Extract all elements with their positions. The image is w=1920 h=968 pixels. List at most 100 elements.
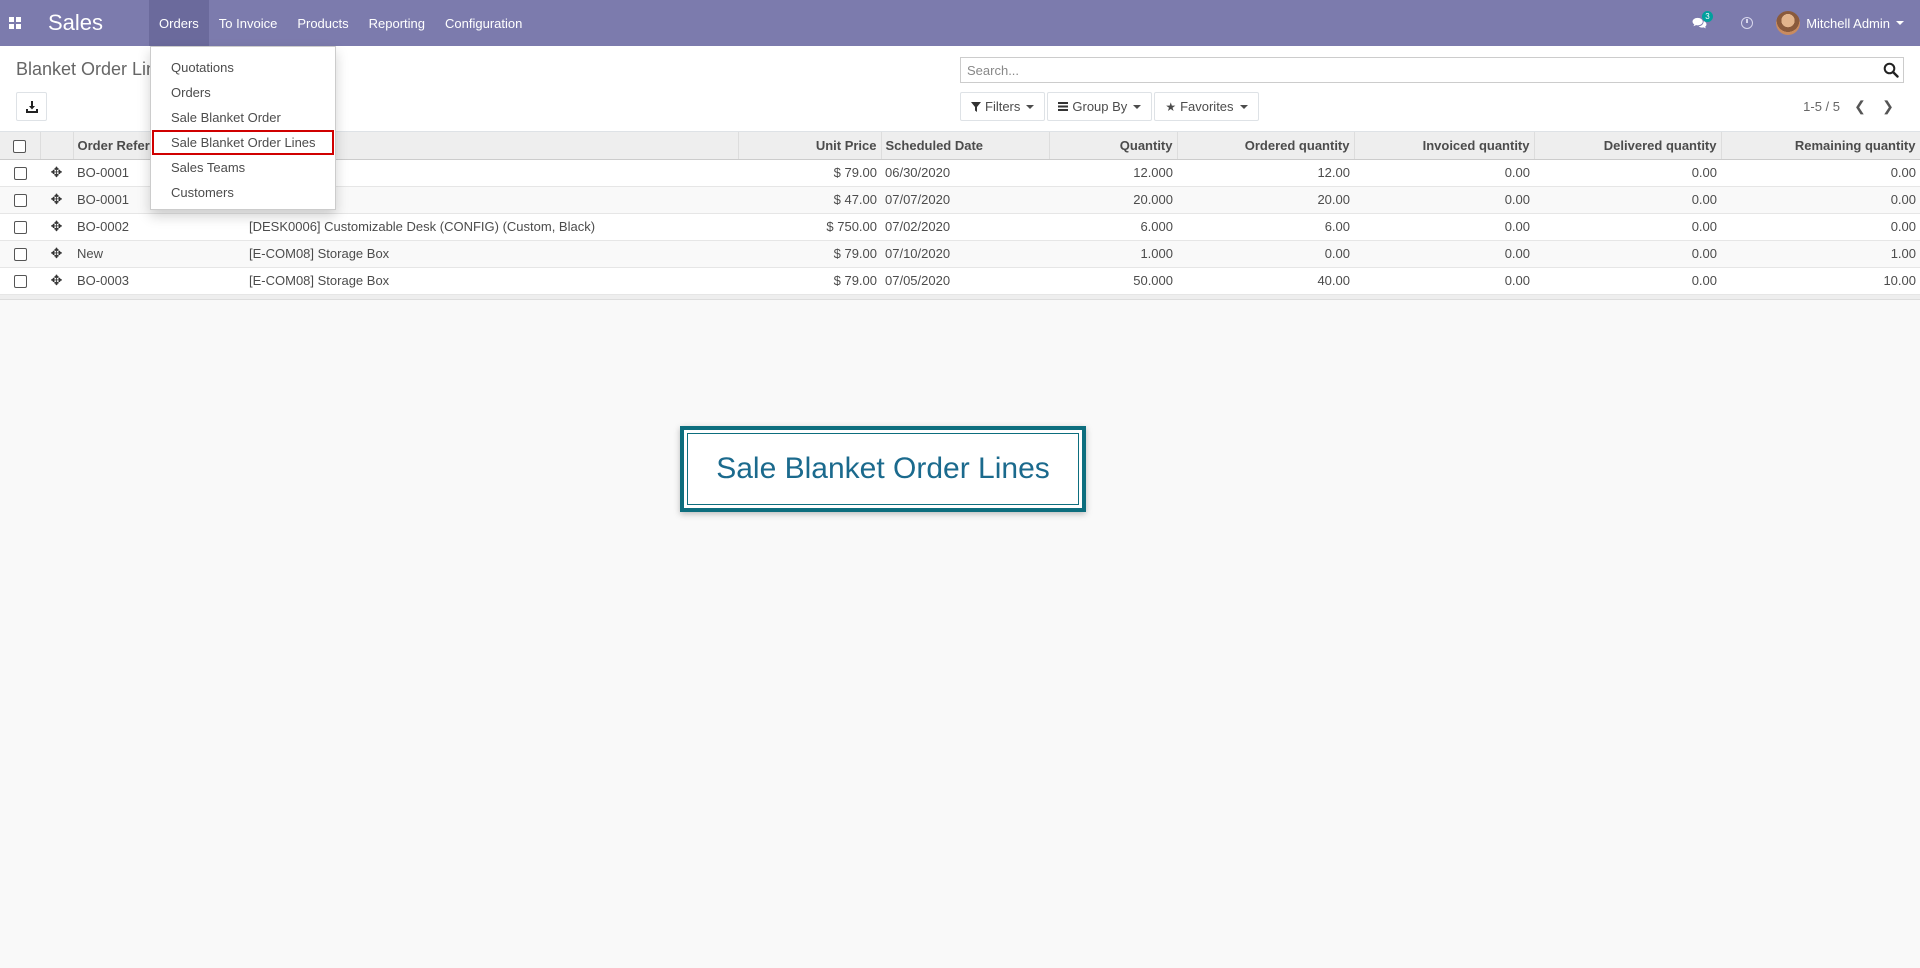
cell-invoiced-quantity: 0.00: [1354, 267, 1534, 295]
table-row[interactable]: ✥ BO-0002 [DESK0006] Customizable Desk (…: [0, 213, 1920, 241]
search-icon[interactable]: [1883, 62, 1899, 78]
filters-button[interactable]: Filters: [960, 92, 1046, 121]
drag-handle-icon[interactable]: ✥: [40, 240, 73, 268]
breadcrumb: Blanket Order Lin: [16, 59, 157, 79]
list-icon: [1058, 102, 1069, 111]
select-all-cell: [0, 132, 41, 160]
dropdown-item-quotations[interactable]: Quotations: [151, 55, 335, 80]
cell-invoiced-quantity: 0.00: [1354, 240, 1534, 268]
menu-products[interactable]: Products: [287, 0, 358, 46]
cell-scheduled-date: 07/05/2020: [881, 267, 1049, 295]
cell-delivered-quantity: 0.00: [1534, 267, 1721, 295]
cell-quantity: 6.000: [1049, 213, 1177, 241]
chevron-down-icon: [1026, 104, 1035, 109]
row-select-cell: [0, 213, 40, 241]
chevron-left-icon[interactable]: ❮: [1852, 98, 1868, 115]
menu-to-invoice[interactable]: To Invoice: [209, 0, 288, 46]
pager: 1-5 / 5 ❮ ❯: [1803, 98, 1896, 115]
row-checkbox[interactable]: [13, 275, 27, 289]
drag-handle-icon[interactable]: ✥: [40, 159, 73, 187]
star-icon: ★: [1165, 99, 1177, 114]
cell-product: [DESK0006] Customizable Desk (CONFIG) (C…: [245, 213, 738, 241]
cell-ordered-quantity: 20.00: [1177, 186, 1354, 214]
row-checkbox[interactable]: [13, 221, 27, 235]
menu-reporting[interactable]: Reporting: [359, 0, 435, 46]
app-brand[interactable]: Sales: [48, 10, 103, 36]
favorites-button[interactable]: ★ Favorites: [1154, 92, 1259, 121]
cell-unit-price: $ 750.00: [738, 213, 881, 241]
search-options: Filters Group By ★ Favorites: [960, 92, 1261, 121]
cell-order-reference: New: [73, 240, 245, 268]
activity-clock-icon[interactable]: [1732, 0, 1762, 46]
cell-unit-price: $ 79.00: [738, 267, 881, 295]
cell-scheduled-date: 07/02/2020: [881, 213, 1049, 241]
callout-text: Sale Blanket Order Lines: [716, 452, 1050, 485]
dropdown-item-sales-teams[interactable]: Sales Teams: [151, 155, 335, 180]
header-remaining-quantity[interactable]: Remaining quantity: [1721, 132, 1920, 160]
filter-icon: [971, 101, 981, 112]
dropdown-item-customers[interactable]: Customers: [151, 180, 335, 205]
chevron-right-icon[interactable]: ❯: [1880, 98, 1896, 115]
dropdown-item-sale-blanket-order-lines[interactable]: Sale Blanket Order Lines: [152, 130, 334, 155]
apps-menu-icon[interactable]: [0, 0, 30, 46]
cell-unit-price: $ 79.00: [738, 159, 881, 187]
table-row[interactable]: ✥ BO-0003 [E-COM08] Storage Box $ 79.00 …: [0, 267, 1920, 295]
table-row[interactable]: ✥ New [E-COM08] Storage Box $ 79.00 07/1…: [0, 240, 1920, 268]
cell-ordered-quantity: 40.00: [1177, 267, 1354, 295]
search-input[interactable]: [961, 58, 1871, 82]
row-checkbox[interactable]: [13, 248, 27, 262]
drag-handle-icon[interactable]: ✥: [40, 213, 73, 241]
cell-remaining-quantity: 0.00: [1721, 159, 1920, 187]
cell-unit-price: $ 47.00: [738, 186, 881, 214]
avatar: [1776, 11, 1801, 35]
cell-remaining-quantity: 10.00: [1721, 267, 1920, 295]
menu-orders[interactable]: Orders: [149, 0, 209, 46]
header-scheduled-date[interactable]: Scheduled Date: [881, 132, 1050, 160]
header-delivered-quantity[interactable]: Delivered quantity: [1534, 132, 1722, 160]
cell-order-reference: BO-0003: [73, 267, 245, 295]
menu-configuration[interactable]: Configuration: [435, 0, 532, 46]
pager-value[interactable]: 1-5 / 5: [1803, 99, 1840, 114]
cell-delivered-quantity: 0.00: [1534, 186, 1721, 214]
dropdown-item-orders[interactable]: Orders: [151, 80, 335, 105]
row-select-cell: [0, 186, 40, 214]
row-checkbox[interactable]: [13, 194, 27, 208]
favorites-label: Favorites: [1180, 99, 1234, 114]
header-quantity[interactable]: Quantity: [1049, 132, 1178, 160]
cell-product: [E-COM08] Storage Box: [245, 267, 738, 295]
drag-handle-icon[interactable]: ✥: [40, 267, 73, 295]
header-ordered-quantity[interactable]: Ordered quantity: [1177, 132, 1355, 160]
user-menu[interactable]: Mitchell Admin: [1776, 11, 1904, 35]
dropdown-item-sale-blanket-order[interactable]: Sale Blanket Order: [151, 105, 335, 130]
cell-invoiced-quantity: 0.00: [1354, 159, 1534, 187]
chevron-down-icon: [1133, 104, 1142, 109]
cell-scheduled-date: 07/10/2020: [881, 240, 1049, 268]
cell-ordered-quantity: 12.00: [1177, 159, 1354, 187]
header-invoiced-quantity[interactable]: Invoiced quantity: [1354, 132, 1535, 160]
export-button[interactable]: [16, 92, 47, 121]
header-unit-price[interactable]: Unit Price: [738, 132, 882, 160]
filters-label: Filters: [985, 99, 1021, 114]
row-checkbox[interactable]: [13, 167, 27, 181]
select-all-checkbox[interactable]: [13, 139, 27, 153]
row-select-cell: [0, 240, 40, 268]
cell-unit-price: $ 79.00: [738, 240, 881, 268]
cell-quantity: 1.000: [1049, 240, 1177, 268]
cell-ordered-quantity: 0.00: [1177, 240, 1354, 268]
cell-invoiced-quantity: 0.00: [1354, 186, 1534, 214]
cell-ordered-quantity: 6.00: [1177, 213, 1354, 241]
drag-handle-icon[interactable]: ✥: [40, 186, 73, 214]
cell-product: [E-COM08] Storage Box: [245, 240, 738, 268]
cell-order-reference: BO-0002: [73, 213, 245, 241]
chevron-down-icon: [1239, 104, 1248, 109]
cell-delivered-quantity: 0.00: [1534, 213, 1721, 241]
cell-scheduled-date: 06/30/2020: [881, 159, 1049, 187]
handle-header: [40, 132, 74, 160]
top-navbar: Sales Orders To Invoice Products Reporti…: [0, 0, 1920, 46]
orders-dropdown-menu: Quotations Orders Sale Blanket Order Sal…: [150, 46, 336, 210]
group-by-button[interactable]: Group By: [1047, 92, 1153, 121]
cell-quantity: 12.000: [1049, 159, 1177, 187]
group-by-label: Group By: [1072, 99, 1128, 114]
chevron-down-icon: [1896, 21, 1904, 25]
chat-icon[interactable]: 3: [1684, 0, 1714, 46]
